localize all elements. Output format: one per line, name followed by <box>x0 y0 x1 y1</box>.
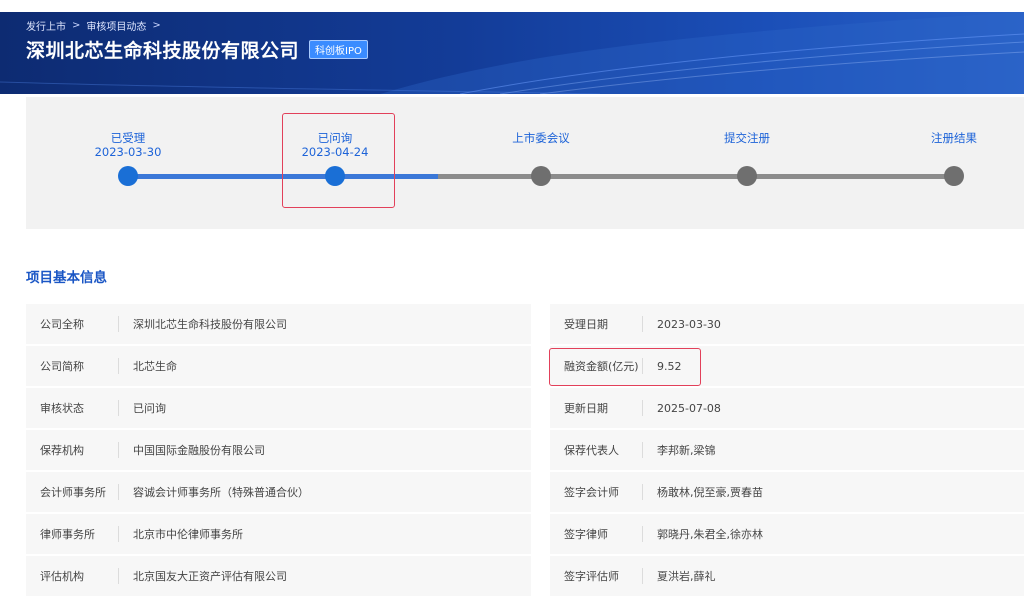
info-value: 已问询 <box>133 402 166 415</box>
page-title: 深圳北芯生命科技股份有限公司 <box>26 40 300 62</box>
divider <box>118 400 119 416</box>
info-label: 审核状态 <box>40 402 84 415</box>
divider <box>642 442 643 458</box>
breadcrumb-separator-icon: > <box>72 20 81 31</box>
divider <box>642 526 643 542</box>
divider <box>118 358 119 374</box>
breadcrumb-item-review-dynamics[interactable]: 审核项目动态 <box>86 18 146 33</box>
board-badge: 科创板IPO <box>309 40 368 59</box>
info-row-signing-lawyers: 签字律师 郭晓丹,朱君全,徐亦林 <box>550 514 1024 554</box>
info-value: 郭晓丹,朱君全,徐亦林 <box>657 528 763 541</box>
info-row-update-date: 更新日期 2025-07-08 <box>550 388 1024 428</box>
step-registration-result: 注册结果 <box>899 131 1009 145</box>
step-node-listing-committee <box>531 166 551 186</box>
info-row-appraisal-firm: 评估机构 北京国友大正资产评估有限公司 <box>26 556 531 596</box>
info-value: 容诚会计师事务所（特殊普通合伙） <box>133 486 309 499</box>
info-row-sponsor: 保荐机构 中国国际金融股份有限公司 <box>26 430 531 470</box>
info-row-company-full-name: 公司全称 深圳北芯生命科技股份有限公司 <box>26 304 531 344</box>
info-row-law-firm: 律师事务所 北京市中伦律师事务所 <box>26 514 531 554</box>
info-label: 保荐代表人 <box>564 444 619 457</box>
divider <box>118 526 119 542</box>
info-value: 深圳北芯生命科技股份有限公司 <box>133 318 287 331</box>
divider <box>642 316 643 332</box>
info-label: 律师事务所 <box>40 528 95 541</box>
divider <box>118 316 119 332</box>
info-value: 2025-07-08 <box>657 401 721 415</box>
divider <box>642 484 643 500</box>
info-label: 评估机构 <box>40 570 84 583</box>
step-submit-registration: 提交注册 <box>692 131 802 145</box>
info-value: 夏洪岩,薛礼 <box>657 570 716 583</box>
info-value: 中国国际金融股份有限公司 <box>133 444 265 457</box>
step-label: 上市委会议 <box>512 131 570 145</box>
info-row-signing-appraisers: 签字评估师 夏洪岩,薛礼 <box>550 556 1024 596</box>
breadcrumb-item-issuance[interactable]: 发行上市 <box>26 18 66 33</box>
info-label: 签字评估师 <box>564 570 619 583</box>
divider <box>118 484 119 500</box>
step-label: 注册结果 <box>931 131 977 145</box>
header-banner: 发行上市 > 审核项目动态 > 深圳北芯生命科技股份有限公司 科创板IPO <box>0 12 1024 94</box>
progress-track-pending <box>438 174 954 179</box>
info-value: 北京国友大正资产评估有限公司 <box>133 570 287 583</box>
info-label: 签字会计师 <box>564 486 619 499</box>
annotation-highlight-financing-amount <box>549 348 701 386</box>
divider <box>642 568 643 584</box>
info-value: 李邦新,梁锦 <box>657 444 716 457</box>
section-title-basic-info: 项目基本信息 <box>26 270 107 286</box>
info-value: 北京市中伦律师事务所 <box>133 528 243 541</box>
info-row-sponsor-representatives: 保荐代表人 李邦新,梁锦 <box>550 430 1024 470</box>
step-node-submit-registration <box>737 166 757 186</box>
info-label: 公司全称 <box>40 318 84 331</box>
info-label: 会计师事务所 <box>40 486 106 499</box>
info-label: 更新日期 <box>564 402 608 415</box>
step-node-accepted <box>118 166 138 186</box>
info-row-review-status: 审核状态 已问询 <box>26 388 531 428</box>
info-row-signing-accountants: 签字会计师 杨敢林,倪至豪,贾春苗 <box>550 472 1024 512</box>
divider <box>118 442 119 458</box>
info-label: 受理日期 <box>564 318 608 331</box>
step-label: 已受理 <box>110 131 146 145</box>
info-row-accounting-firm: 会计师事务所 容诚会计师事务所（特殊普通合伙） <box>26 472 531 512</box>
step-listing-committee: 上市委会议 <box>486 131 596 145</box>
info-row-company-short-name: 公司简称 北芯生命 <box>26 346 531 386</box>
step-node-registration-result <box>944 166 964 186</box>
info-label: 公司简称 <box>40 360 84 373</box>
divider <box>118 568 119 584</box>
step-accepted: 已受理 2023-03-30 <box>73 131 183 159</box>
breadcrumb: 发行上市 > 审核项目动态 > <box>26 18 161 33</box>
info-label: 保荐机构 <box>40 444 84 457</box>
info-value: 2023-03-30 <box>657 317 721 331</box>
review-progress-stepper: 已受理 2023-03-30 已问询 2023-04-24 上市委会议 提交注册… <box>26 97 1024 229</box>
step-label: 提交注册 <box>724 131 770 145</box>
annotation-highlight-current-step <box>282 113 395 208</box>
info-value: 杨敢林,倪至豪,贾春苗 <box>657 486 763 499</box>
divider <box>642 400 643 416</box>
info-label: 签字律师 <box>564 528 608 541</box>
info-row-accept-date: 受理日期 2023-03-30 <box>550 304 1024 344</box>
info-value: 北芯生命 <box>133 360 177 373</box>
breadcrumb-separator-icon: > <box>152 20 161 31</box>
step-date: 2023-03-30 <box>94 145 162 159</box>
